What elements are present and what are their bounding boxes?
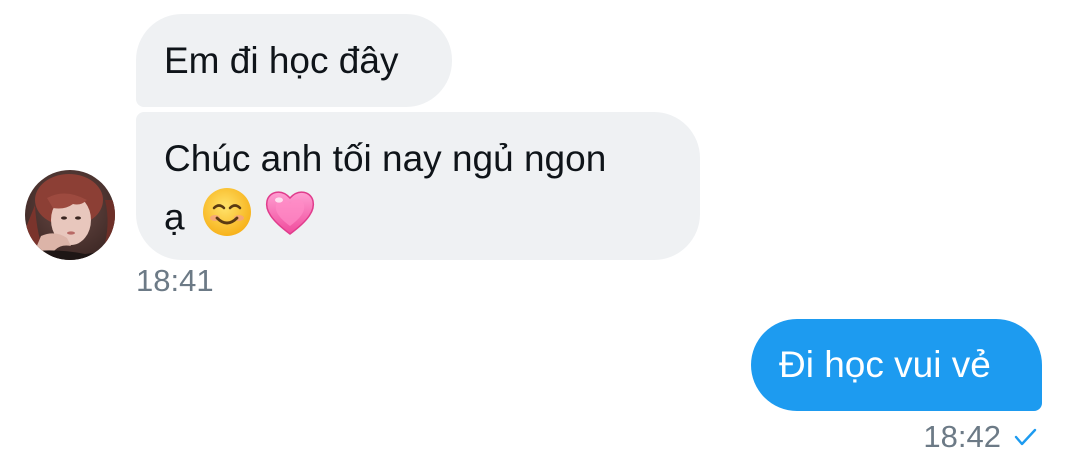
message-text: Đi học vui vẻ	[779, 344, 991, 385]
outgoing-timestamp-row: 18:42	[923, 419, 1039, 455]
message-text-line-2: ạ	[164, 196, 185, 238]
incoming-message-bubble[interactable]: Em đi học đây	[136, 14, 452, 107]
smiling-face-emoji-icon	[201, 186, 253, 253]
check-icon	[1011, 423, 1039, 451]
heart-emoji-icon	[263, 186, 317, 253]
avatar[interactable]	[25, 170, 115, 260]
outgoing-message-bubble[interactable]: Đi học vui vẻ	[751, 319, 1042, 411]
incoming-message-bubble[interactable]: Chúc anh tối nay ngủ ngon ạ	[136, 112, 700, 260]
avatar-photo-icon	[25, 170, 115, 260]
message-text: Em đi học đây	[164, 40, 399, 81]
incoming-timestamp: 18:41	[136, 263, 214, 298]
message-text-line-1: Chúc anh tối nay ngủ ngon	[164, 138, 607, 179]
outgoing-timestamp: 18:42	[923, 419, 1001, 454]
